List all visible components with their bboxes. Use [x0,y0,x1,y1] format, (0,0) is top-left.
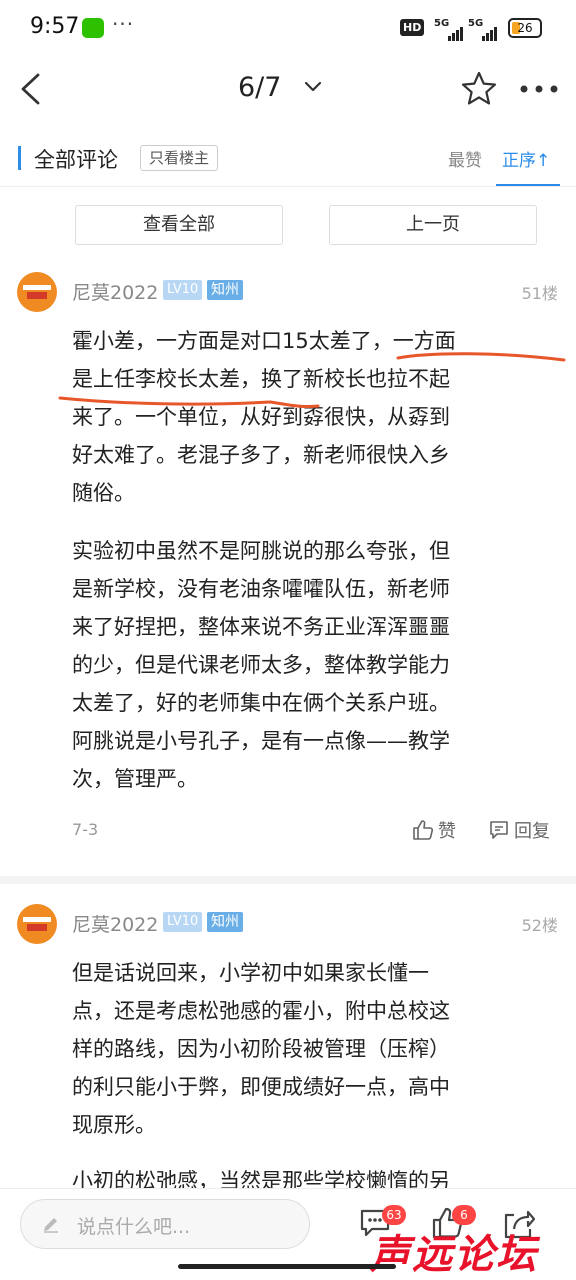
text-line: 样的路线，因为小初阶段被管理（压榨） [72,1037,450,1061]
text-line: 太差了，好的老师集中在俩个关系户班。 [72,691,450,715]
text-line: 的少，但是代课老师太多，整体教学能力 [72,653,450,677]
avatar[interactable] [17,272,57,312]
text-line: 但是话说回来，小学初中如果家长懂一 [72,961,429,985]
text-line: 霍小差，一方面是对口15太差了，一方面 [72,329,456,353]
wechat-icon [82,18,104,38]
reply-label: 回复 [514,821,550,842]
text-line: 现原形。 [72,1113,156,1137]
star-icon[interactable] [460,70,498,108]
page-indicator[interactable]: 6/7 [238,72,281,103]
post-paragraph: 实验初中虽然不是阿朓说的那么夸张，但 是新学校，没有老油条嚯嚯队伍，新老师 来了… [72,532,532,798]
comment-post: 尼莫2022 LV10 知州 52楼 但是话说回来，小学初中如果家长懂一 点，还… [0,904,576,1204]
post-date: 7-3 [72,820,99,839]
view-all-button[interactable]: 查看全部 [75,205,283,245]
text-line: 随俗。 [72,481,135,505]
comment-input[interactable]: 说点什么吧... [20,1199,310,1249]
text-line: 的利只能小于弊，即便成绩好一点，高中 [72,1075,450,1099]
hd-icon: HD [400,19,425,36]
signal-bars-icon [448,22,464,41]
post-divider [0,876,576,884]
signal-label-2: 5G [468,18,484,29]
comment-icon [490,821,508,839]
comment-post: 尼莫2022 LV10 知州 51楼 霍小差，一方面是对口15太差了，一方面 是… [0,272,576,872]
more-icon[interactable] [518,80,560,98]
text-line: 好太难了。老混子多了，新老师很快入乡 [72,443,450,467]
like-button[interactable]: 赞 [412,817,456,843]
sort-hot-tab[interactable]: 最赞 [448,146,482,171]
notification-dots: ··· [112,12,135,36]
forum-watermark-logo: 声远论坛 [370,1231,538,1278]
text-line: 是上任李校长太差，换了新校长也拉不起 [72,367,450,391]
text-line: 来了好捏把，整体来说不务正业浑浑噩噩 [72,615,450,639]
pencil-icon [44,1218,58,1233]
status-time: 9:57 [30,14,80,39]
title-badge: 知州 [207,280,243,300]
text-line: 来了。一个单位，从好到孬很快，从孬到 [72,405,450,429]
signal-label-1: 5G [434,18,450,29]
level-badge: LV10 [163,912,203,932]
avatar[interactable] [17,904,57,944]
text-line: 是新学校，没有老油条嚯嚯队伍，新老师 [72,577,450,601]
text-line: 实验初中虽然不是阿朓说的那么夸张，但 [72,539,450,563]
chevron-down-icon[interactable] [304,80,322,94]
level-badge: LV10 [163,280,203,300]
thumbs-up-icon [413,820,434,840]
section-marker [18,146,21,170]
nav-bar: 6/7 [0,56,576,122]
battery-icon: 26 [508,18,542,38]
like-label: 赞 [438,821,456,842]
battery-level: 26 [517,21,533,35]
reply-button[interactable]: 回复 [488,817,550,843]
back-arrow-icon[interactable] [16,72,46,106]
prev-page-button[interactable]: 上一页 [329,205,537,245]
post-paragraph: 霍小差，一方面是对口15太差了，一方面 是上任李校长太差，换了新校长也拉不起 来… [72,322,532,512]
divider [0,186,576,187]
status-bar: 9:57 ··· HD 5G 5G 26 [0,0,576,56]
floor-number: 52楼 [521,916,558,935]
text-line: 点，还是考虑松弛感的霍小，附中总校这 [72,999,450,1023]
only-op-button[interactable]: 只看楼主 [140,145,219,171]
text-line: 次，管理严。 [72,767,198,791]
title-badge: 知州 [207,912,243,932]
signal-bars-icon [482,22,498,41]
comment-placeholder: 说点什么吧... [77,1216,191,1238]
comments-title: 全部评论 [34,148,118,172]
text-line: 阿朓说是小号孔子，是有一点像——教学 [72,729,450,753]
username[interactable]: 尼莫2022 [72,278,158,305]
floor-number: 51楼 [521,284,558,303]
home-indicator[interactable] [178,1264,396,1269]
comments-header: 全部评论 只看楼主 最赞 正序↑ [0,128,576,188]
sort-order-tab[interactable]: 正序↑ [502,146,550,171]
post-paragraph: 但是话说回来，小学初中如果家长懂一 点，还是考虑松弛感的霍小，附中总校这 样的路… [72,954,532,1144]
username[interactable]: 尼莫2022 [72,910,158,937]
